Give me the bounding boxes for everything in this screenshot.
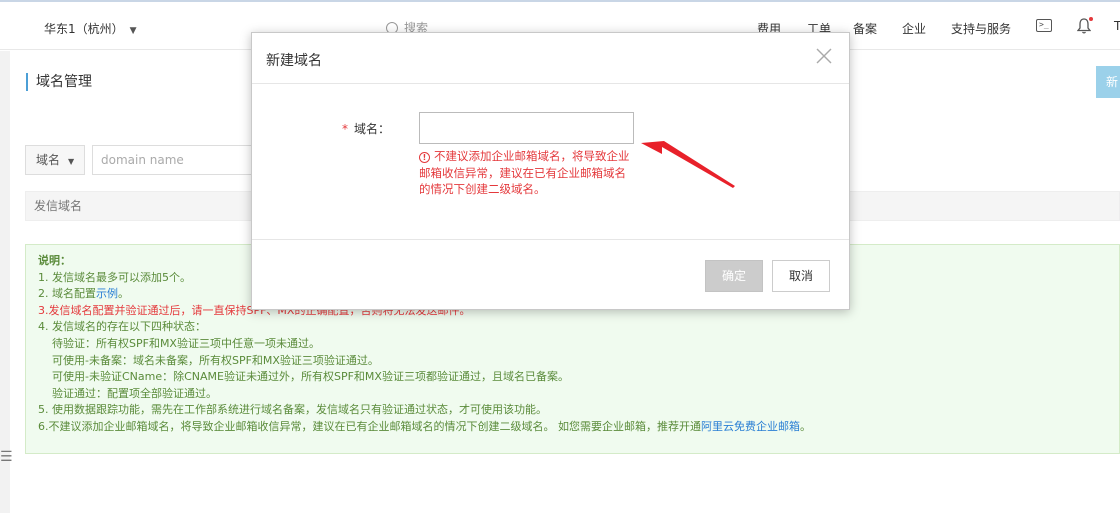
menu-icon[interactable]: ☰: [0, 449, 13, 465]
filter-select-value: 域名: [36, 153, 61, 167]
example-link[interactable]: 示例: [96, 287, 118, 300]
domain-search-input[interactable]: domain name: [92, 145, 252, 175]
note-line: 4. 发信域名的存在以下四种状态：: [38, 320, 206, 334]
left-sidebar: ☰: [0, 51, 13, 513]
note-status-line: 待验证：所有权SPF和MX验证三项中任意一项未通过。: [52, 336, 320, 350]
domain-field-input[interactable]: [419, 112, 634, 144]
note-line: 6.不建议添加企业邮箱域名，将导致企业邮箱收信异常，建议在已有企业邮箱域名的情况…: [38, 419, 811, 433]
note-line: 5. 使用数据跟踪功能，需先在工作部系统进行域名备案，发信域名只有验证通过状态，…: [38, 403, 547, 417]
region-label: 华东1（杭州）: [44, 22, 124, 36]
terminal-icon[interactable]: >_: [1036, 19, 1052, 32]
nav-enterprise[interactable]: 企业: [902, 20, 926, 37]
domain-field-label: * 域名：: [342, 122, 391, 136]
confirm-button[interactable]: 确定: [705, 260, 763, 292]
chevron-down-icon: ▼: [68, 157, 75, 166]
note-status-line: 可使用-未备案：域名未备案，所有权SPF和MX验证三项验证通过。: [52, 353, 379, 367]
chevron-down-icon: ▼: [129, 26, 137, 36]
free-enterprise-mail-link[interactable]: 阿里云免费企业邮箱: [701, 420, 800, 433]
nav-support[interactable]: 支持与服务: [951, 20, 1011, 37]
filter-select[interactable]: 域名 ▼: [25, 145, 85, 175]
nav-icp[interactable]: 备案: [853, 20, 877, 37]
note-status-line: 可使用-未验证CName：除CNAME验证未通过外，所有权SPF和MX验证三项都…: [52, 370, 569, 384]
cancel-button[interactable]: 取消: [772, 260, 830, 292]
notification-dot: [1089, 17, 1093, 21]
header-edge-item[interactable]: T: [1114, 19, 1120, 33]
new-domain-button[interactable]: 新: [1096, 66, 1120, 98]
dialog-title: 新建域名: [266, 53, 322, 69]
close-icon[interactable]: [815, 47, 833, 65]
domain-warning: ! 不建议添加企业邮箱域名，将导致企业邮箱收信异常，建议在已有企业邮箱域名的情况下…: [419, 148, 634, 198]
region-selector[interactable]: 华东1（杭州） ▼: [44, 20, 137, 37]
page-title: 域名管理: [26, 73, 92, 91]
dialog-footer: 确定 取消: [252, 239, 849, 309]
new-domain-dialog: 新建域名 * 域名： ! 不建议添加企业邮箱域名，将导致企业邮箱收信异常，建议在已有…: [251, 32, 850, 310]
column-sender-domain: 发信域名: [34, 199, 83, 213]
warning-icon: !: [419, 152, 430, 163]
dialog-header: 新建域名: [252, 33, 849, 84]
warning-text: 不建议添加企业邮箱域名，将导致企业邮箱收信异常，建议在已有企业邮箱域名的情况下创…: [419, 149, 630, 196]
note-status-line: 验证通过：配置项全部验证通过。: [52, 386, 217, 400]
required-mark: *: [342, 122, 348, 136]
